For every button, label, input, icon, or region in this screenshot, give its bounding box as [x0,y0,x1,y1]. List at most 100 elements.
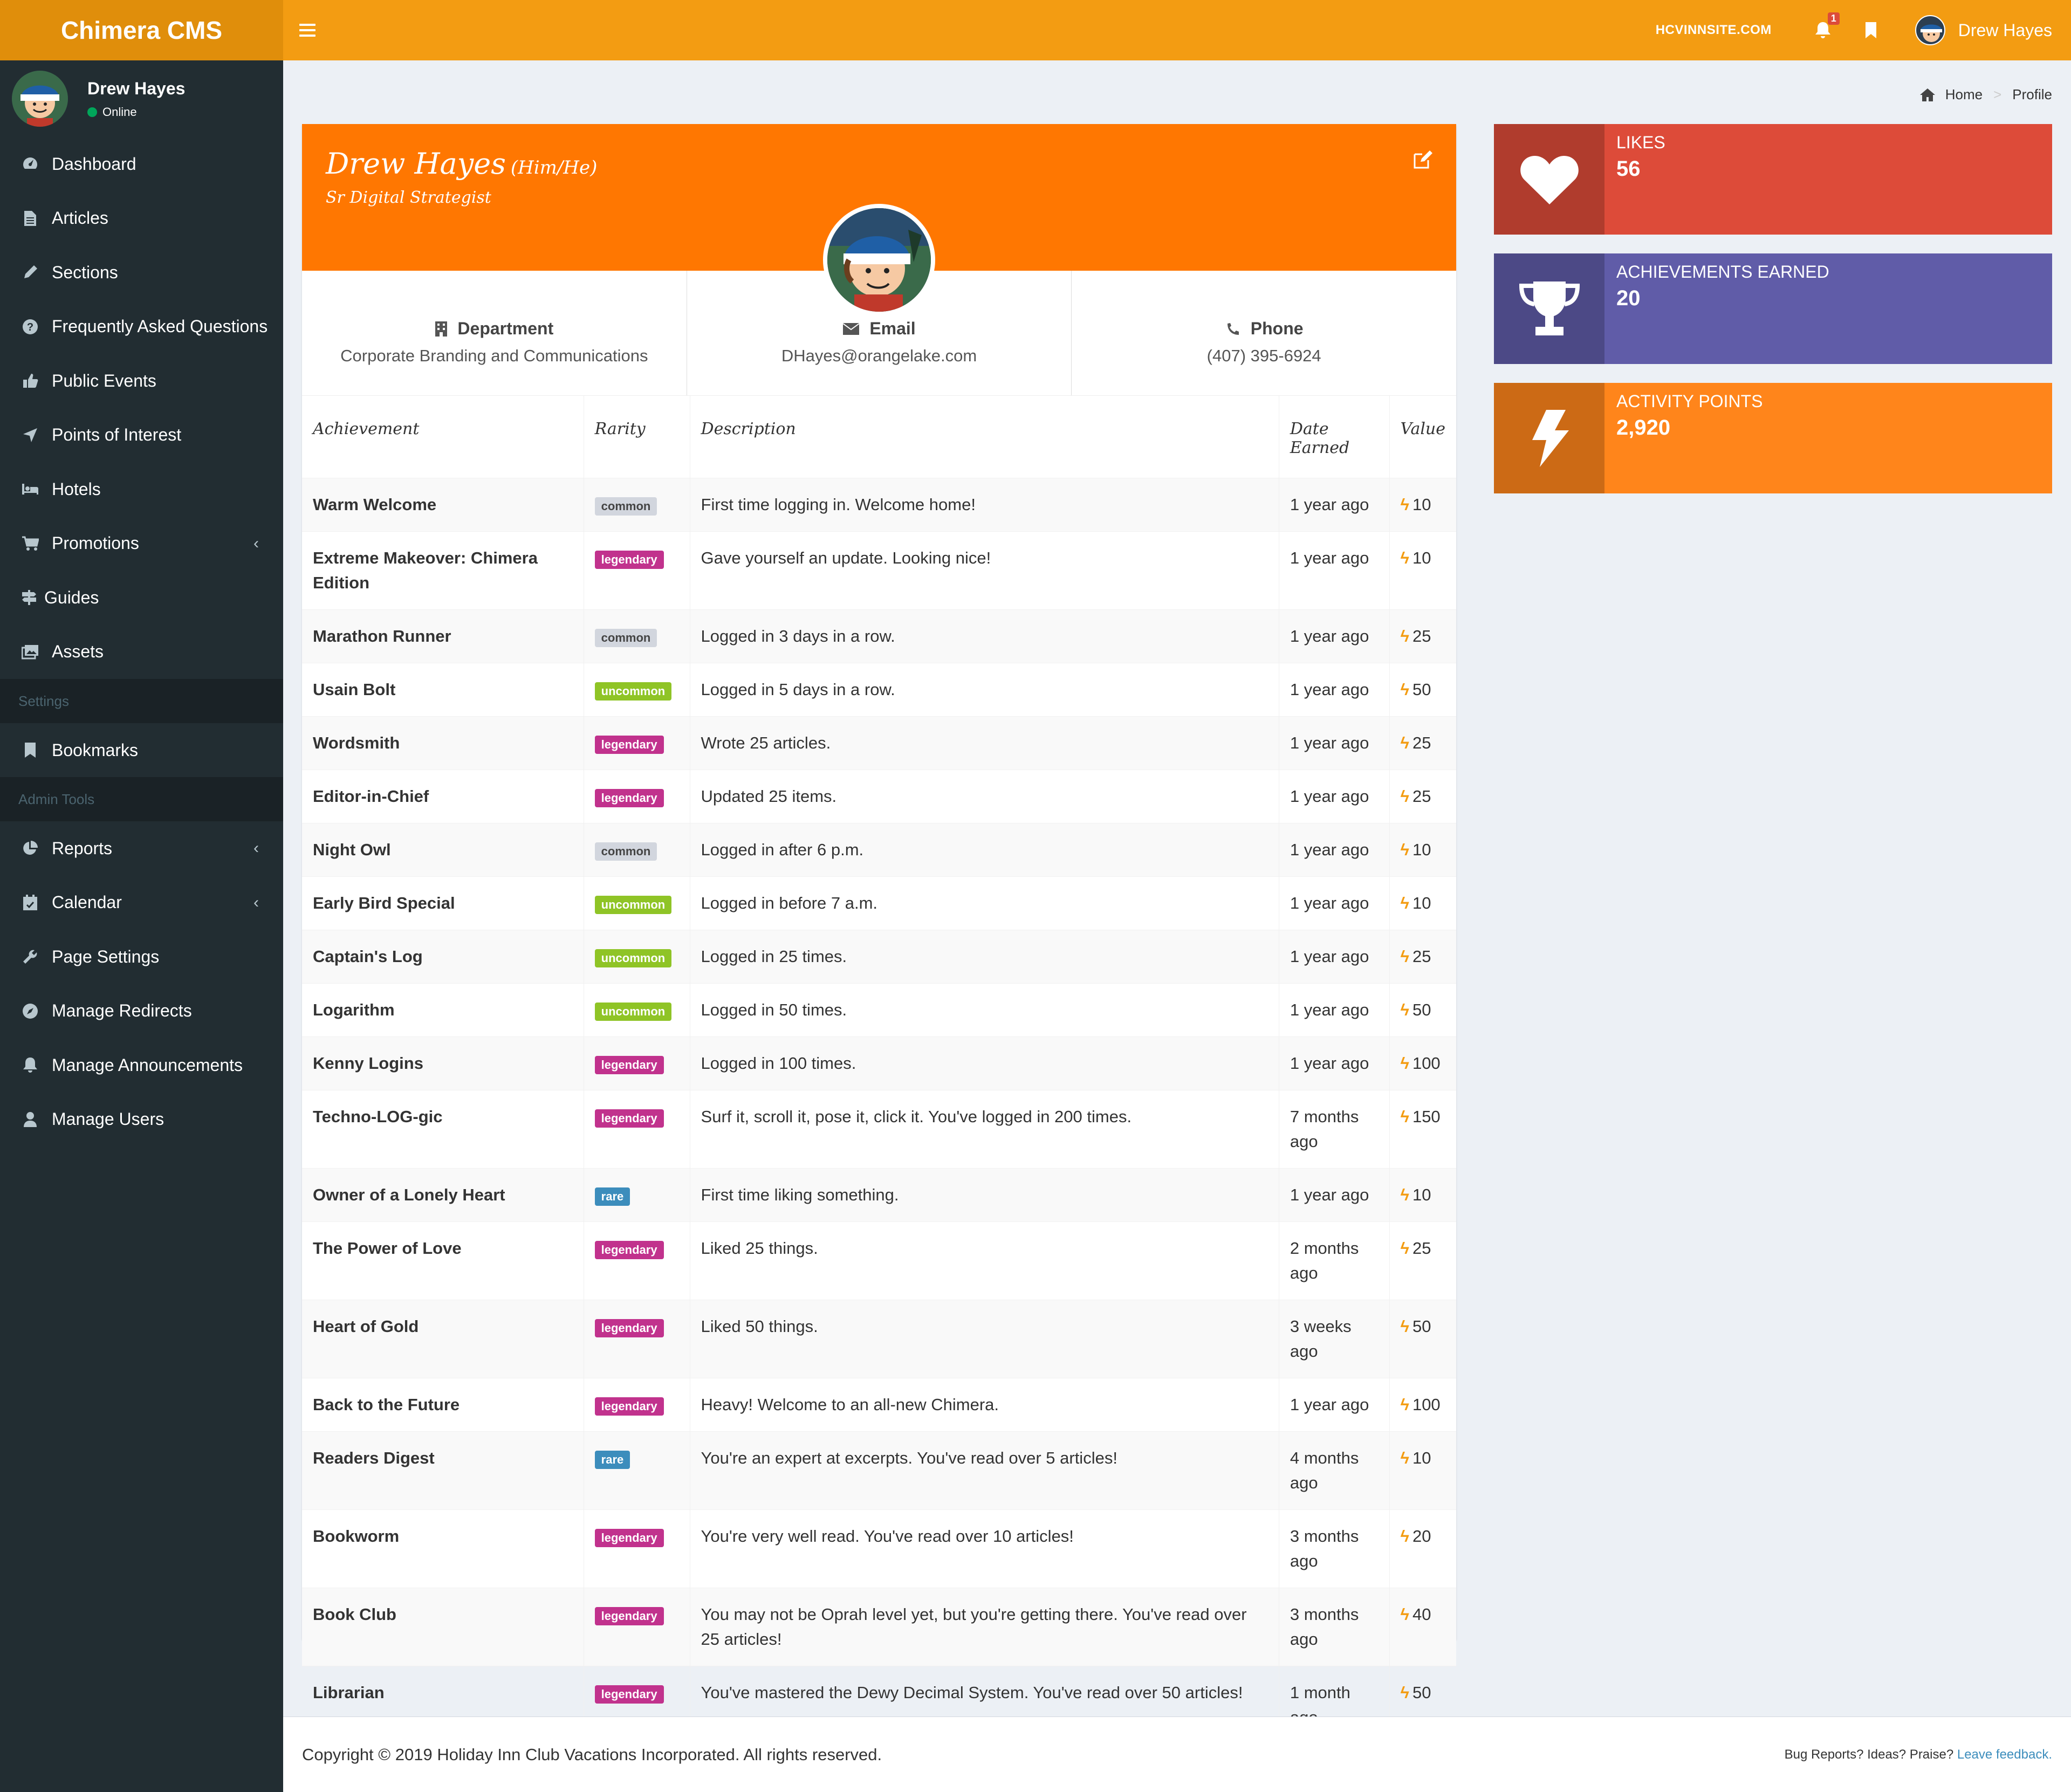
rarity-cell: rare [584,1168,690,1221]
rarity-badge: legendary [594,1685,664,1704]
calendar-icon [22,894,39,911]
achievement-name: Marathon Runner [302,609,584,663]
sidebar-item-faq[interactable]: ? Frequently Asked Questions [0,300,283,354]
phone-label: Phone [1250,319,1304,338]
achievement-name: Readers Digest [302,1431,584,1509]
building-icon [435,321,448,337]
achievement-name: Bookworm [302,1509,584,1588]
sidebar-item-bookmarks[interactable]: Bookmarks [0,723,283,777]
date-earned: 1 year ago [1279,983,1390,1036]
table-row: Marathon Runner common Logged in 3 days in… [302,609,1456,663]
email-value[interactable]: DHayes@orangelake.com [781,346,977,366]
sidebar-item-hotels[interactable]: Hotels [0,462,283,517]
achievement-description: Logged in before 7 a.m. [690,876,1279,930]
sidebar-item-calendar[interactable]: Calendar ‹ [0,876,283,930]
phone-stat: Phone (407) 395-6924 [1071,271,1456,395]
sidebar-item-page-settings[interactable]: Page Settings [0,930,283,984]
likes-info-box: LIKES 56 [1494,124,2052,235]
breadcrumb-home[interactable]: Home [1945,86,1983,103]
sidebar-item-dashboard[interactable]: Dashboard [0,137,283,191]
breadcrumb-separator: > [1993,86,2002,102]
user-menu[interactable]: Drew Hayes [1915,15,2052,45]
rarity-cell: uncommon [584,929,690,983]
notifications-bell-icon[interactable]: 1 [1815,12,1840,39]
date-earned: 3 weeks ago [1279,1299,1390,1378]
achievement-value: 50 [1412,1000,1431,1019]
sidebar-item-sections[interactable]: Sections [0,245,283,300]
sidebar-toggle-icon[interactable] [299,24,316,37]
col-achievement[interactable]: Achievement [302,396,584,478]
sidebar-item-label: Public Events [52,370,156,390]
achievement-value: 10 [1412,1185,1431,1204]
achievement-name: Techno-LOG-gic [302,1089,584,1168]
value-cell: ϟ 50 [1389,662,1456,716]
bolt-icon: ϟ [1400,1053,1409,1073]
heart-icon [1494,124,1604,235]
top-navbar: HCVINNSITE.COM 1 Drew Hayes [283,0,2071,60]
bolt-icon: ϟ [1400,1448,1409,1467]
profile-name: Drew Hayes [326,147,506,181]
sidebar-item-manage-announcements[interactable]: Manage Announcements [0,1038,283,1093]
file-icon [22,210,39,227]
images-icon [22,643,39,661]
value-cell: ϟ 10 [1389,531,1456,609]
edit-profile-icon[interactable] [1413,150,1432,169]
footer: Copyright © 2019 Holiday Inn Club Vacati… [283,1717,2071,1792]
activity-points-value: 2,920 [1616,416,1671,440]
date-earned: 1 year ago [1279,609,1390,663]
date-earned: 1 year ago [1279,662,1390,716]
activity-points-label: ACTIVITY POINTS [1616,392,1763,411]
rarity-cell: rare [584,1431,690,1509]
leave-feedback-link[interactable]: Leave feedback. [1957,1747,2052,1762]
rarity-cell: legendary [584,1587,690,1666]
sidebar-item-manage-users[interactable]: Manage Users [0,1093,283,1147]
bookmark-icon[interactable] [1864,22,1877,39]
date-earned: 3 months ago [1279,1587,1390,1666]
value-cell: ϟ 50 [1389,1299,1456,1378]
location-arrow-icon [22,427,39,444]
sidebar-item-promotions[interactable]: Promotions ‹ [0,517,283,571]
sidebar-item-manage-redirects[interactable]: Manage Redirects [0,984,283,1039]
achievements-table: Achievement Rarity Description Date Earn… [302,396,1456,1744]
table-row: Readers Digest rare You're an expert at ex… [302,1431,1456,1509]
achievement-description: First time logging in. Welcome home! [690,477,1279,531]
sidebar-item-points-of-interest[interactable]: Points of Interest [0,408,283,463]
value-cell: ϟ 100 [1389,1036,1456,1090]
sidebar-item-label: Page Settings [52,946,160,966]
achievement-name: Editor-in-Chief [302,769,584,823]
rarity-cell: legendary [584,1221,690,1300]
sidebar-item-articles[interactable]: Articles [0,191,283,246]
col-description[interactable]: Description [690,396,1279,478]
phone-value[interactable]: (407) 395-6924 [1207,346,1321,366]
sidebar-item-public-events[interactable]: Public Events [0,354,283,408]
feedback-area: Bug Reports? Ideas? Praise? Leave feedba… [1785,1747,2052,1762]
achievement-value: 50 [1412,679,1431,699]
rarity-cell: common [584,822,690,876]
sidebar-item-guides[interactable]: Guides [0,571,283,625]
table-row: Captain's Log uncommon Logged in 25 times.… [302,929,1456,983]
thumbs-up-icon [22,372,39,389]
rarity-cell: legendary [584,1036,690,1090]
achievement-description: Logged in 100 times. [690,1036,1279,1090]
bed-icon [22,480,39,498]
site-link[interactable]: HCVINNSITE.COM [1656,23,1772,38]
feedback-prompt: Bug Reports? Ideas? Praise? [1784,1747,1954,1762]
breadcrumb: Home > Profile [1919,86,2052,103]
user-panel-name: Drew Hayes [87,78,186,98]
col-date-earned[interactable]: Date Earned [1279,396,1390,478]
signs-icon [20,589,38,606]
value-cell: ϟ 25 [1389,716,1456,770]
col-value[interactable]: Value [1389,396,1456,478]
achievements-earned-label: ACHIEVEMENTS EARNED [1616,262,1829,281]
table-row: Logarithm uncommon Logged in 50 times. 1 ye… [302,983,1456,1036]
achievement-name: Extreme Makeover: Chimera Edition [302,531,584,609]
achievement-description: Liked 25 things. [690,1221,1279,1300]
sidebar-item-assets[interactable]: Assets [0,625,283,679]
app-logo[interactable]: Chimera CMS [0,0,283,60]
bolt-icon: ϟ [1400,626,1409,646]
sidebar-item-reports[interactable]: Reports ‹ [0,821,283,876]
rarity-badge: common [594,497,657,516]
sidebar-item-label: Manage Users [52,1109,164,1129]
rarity-badge: rare [594,1450,630,1469]
col-rarity[interactable]: Rarity [584,396,690,478]
